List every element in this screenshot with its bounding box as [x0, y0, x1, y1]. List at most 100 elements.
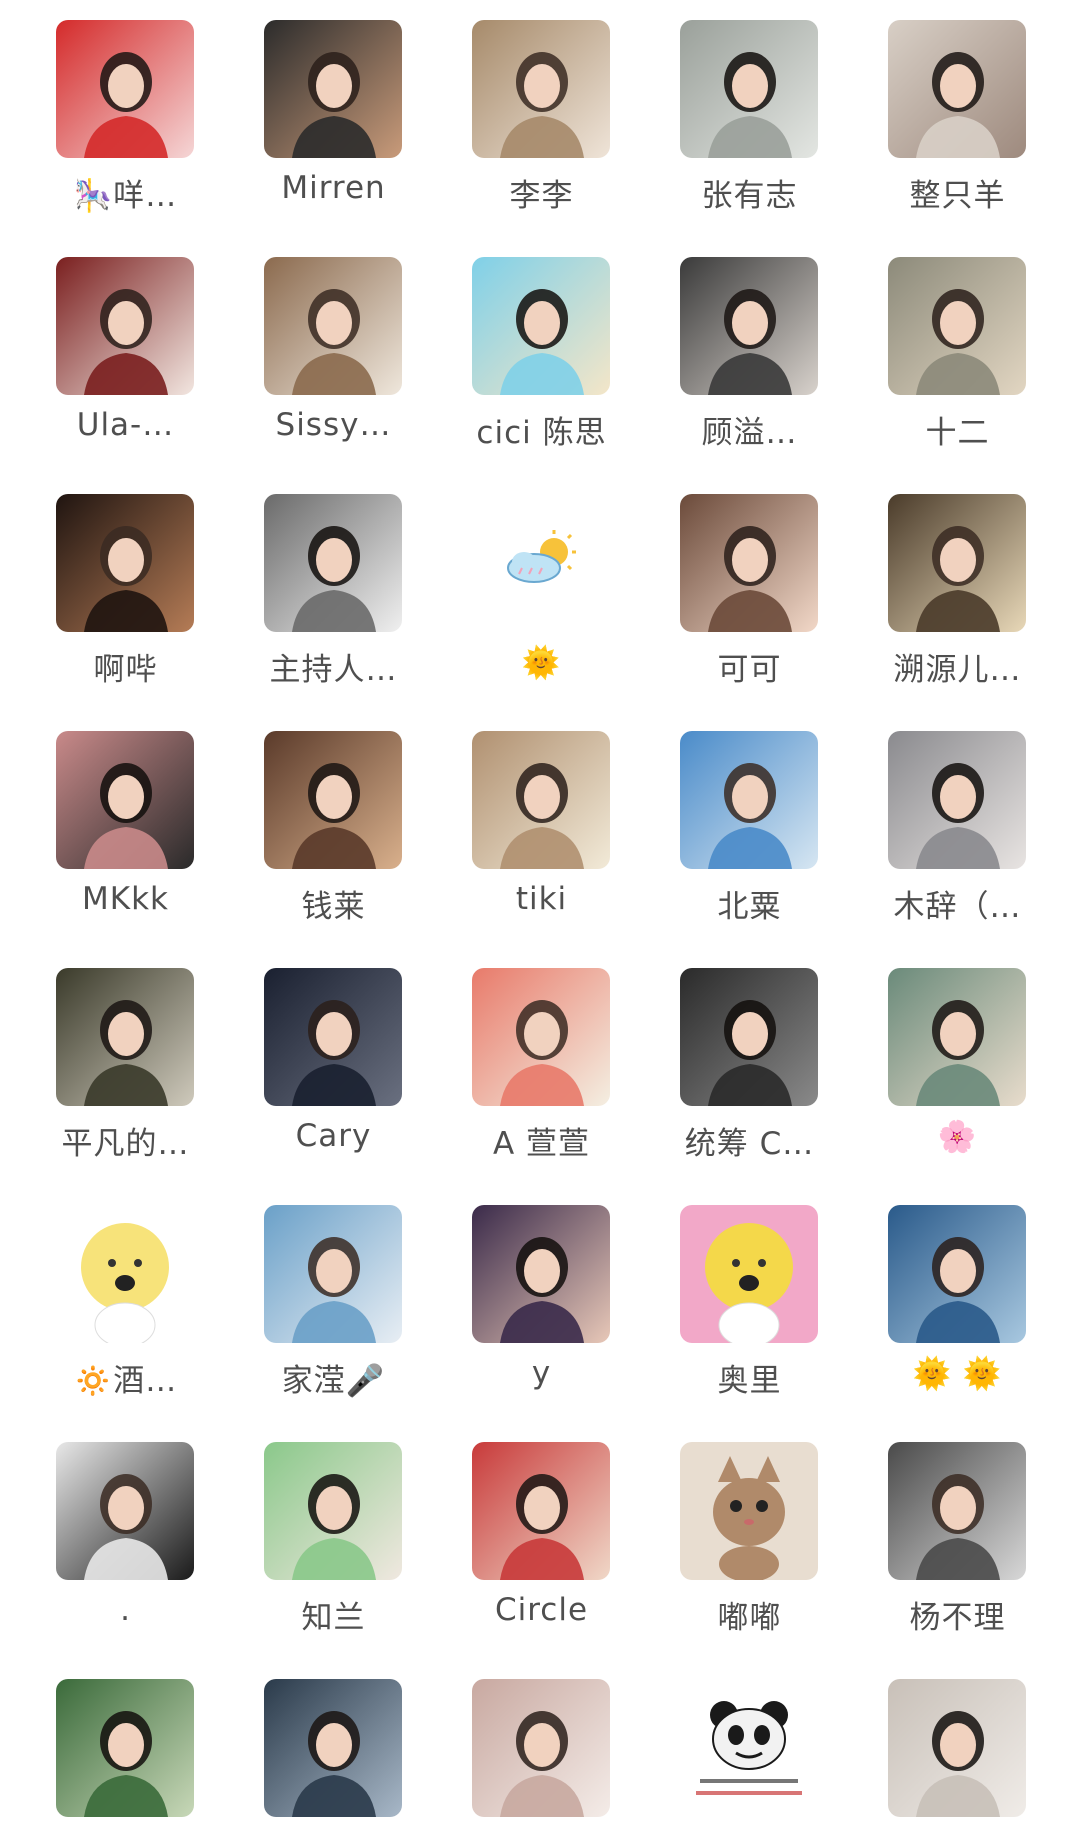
member-item[interactable]: 鹰鼠 — [438, 1679, 645, 1833]
member-item[interactable]: 家滢🎤 — [230, 1205, 437, 1415]
member-item[interactable]: 木辞（… — [854, 731, 1061, 941]
member-name: 🌞 — [521, 645, 562, 681]
member-item[interactable]: 十二 — [854, 257, 1061, 467]
member-name: A 萱萱 — [492, 1126, 591, 1162]
avatar[interactable] — [472, 1205, 610, 1343]
member-item[interactable]: Ula-… — [22, 257, 229, 467]
avatar[interactable] — [56, 20, 194, 158]
member-item[interactable]: 整只羊 — [854, 20, 1061, 230]
member-name: Sissy… — [275, 407, 392, 443]
avatar[interactable] — [888, 968, 1026, 1106]
member-item[interactable]: cici 陈思 — [438, 257, 645, 467]
avatar[interactable] — [264, 20, 402, 158]
avatar[interactable] — [888, 1442, 1026, 1580]
member-item[interactable]: Cary — [230, 968, 437, 1178]
avatar[interactable] — [888, 1679, 1026, 1817]
member-item[interactable]: 溯源儿… — [854, 494, 1061, 704]
member-name: 北粟 — [717, 889, 782, 925]
member-item[interactable]: 统筹 C… — [646, 968, 853, 1178]
avatar[interactable] — [888, 731, 1026, 869]
avatar[interactable] — [264, 1679, 402, 1817]
avatar[interactable] — [56, 731, 194, 869]
member-item[interactable]: 啊哔 — [22, 494, 229, 704]
member-item[interactable]: 平凡的… — [22, 968, 229, 1178]
member-item[interactable]: Mirren — [230, 20, 437, 230]
avatar[interactable] — [888, 494, 1026, 632]
member-name: Mirren — [281, 170, 386, 206]
member-item[interactable]: MKkk — [22, 731, 229, 941]
avatar[interactable] — [680, 968, 818, 1106]
member-item[interactable]: A 萱萱 — [438, 968, 645, 1178]
member-item[interactable]: 偶遇 — [22, 1679, 229, 1833]
member-name: tiki — [515, 881, 568, 917]
avatar[interactable] — [472, 1442, 610, 1580]
member-item[interactable]: 芒多飞扬 — [646, 1679, 853, 1833]
member-item[interactable]: 知兰 — [230, 1442, 437, 1652]
avatar[interactable] — [472, 494, 610, 632]
member-item[interactable]: y — [438, 1205, 645, 1415]
avatar[interactable] — [56, 494, 194, 632]
member-item[interactable]: tiki — [438, 731, 645, 941]
member-name: 十二 — [925, 415, 990, 451]
avatar[interactable] — [888, 20, 1026, 158]
member-item[interactable]: 🎠咩… — [22, 20, 229, 230]
avatar[interactable] — [264, 731, 402, 869]
avatar[interactable] — [56, 1442, 194, 1580]
avatar[interactable] — [680, 257, 818, 395]
avatar[interactable] — [264, 968, 402, 1106]
member-item[interactable]: 顾溢… — [646, 257, 853, 467]
avatar[interactable] — [472, 968, 610, 1106]
avatar[interactable] — [888, 257, 1026, 395]
member-name: 平凡的… — [61, 1126, 190, 1162]
member-item[interactable]: 奥里 — [646, 1205, 853, 1415]
avatar[interactable] — [472, 257, 610, 395]
avatar[interactable] — [472, 731, 610, 869]
member-name: 嘟嘟 — [717, 1600, 782, 1636]
avatar[interactable] — [888, 1205, 1026, 1343]
member-name: 张有志 — [701, 178, 798, 214]
member-item[interactable]: Circle — [438, 1442, 645, 1652]
member-name: Cary — [295, 1118, 372, 1154]
avatar[interactable] — [56, 968, 194, 1106]
avatar[interactable] — [56, 1679, 194, 1817]
avatar[interactable] — [680, 1679, 818, 1817]
member-name: . — [120, 1592, 131, 1628]
avatar[interactable] — [56, 257, 194, 395]
member-item[interactable]: 🎤之 — [230, 1679, 437, 1833]
member-item[interactable]: 杨不理 — [854, 1442, 1061, 1652]
member-item[interactable]: 可可 — [646, 494, 853, 704]
member-item[interactable]: Sissy… — [230, 257, 437, 467]
member-item[interactable]: 李李 — [438, 20, 645, 230]
member-name: 李李 — [509, 178, 574, 214]
avatar[interactable] — [264, 494, 402, 632]
avatar[interactable] — [472, 20, 610, 158]
member-name: 溯源儿… — [893, 652, 1022, 688]
member-name: 🌞 🌞 — [912, 1356, 1003, 1392]
member-item[interactable]: . — [22, 1442, 229, 1652]
member-item[interactable]: 🌸 — [854, 968, 1061, 1178]
member-name: 🎤之 — [230, 1829, 437, 1833]
member-item[interactable]: 北粟 — [646, 731, 853, 941]
member-item[interactable]: 钱莱 — [230, 731, 437, 941]
member-name: 鹰鼠 — [438, 1829, 645, 1833]
member-name: Circle — [494, 1592, 589, 1628]
avatar[interactable] — [680, 1442, 818, 1580]
avatar[interactable] — [472, 1679, 610, 1817]
avatar[interactable] — [264, 1442, 402, 1580]
member-item[interactable]: 🔅酒… — [22, 1205, 229, 1415]
avatar[interactable] — [680, 20, 818, 158]
avatar[interactable] — [264, 1205, 402, 1343]
member-item[interactable]: 小泡 — [854, 1679, 1061, 1833]
member-name: 🌸 — [937, 1119, 978, 1155]
member-item[interactable]: 主持人… — [230, 494, 437, 704]
avatar[interactable] — [680, 1205, 818, 1343]
avatar[interactable] — [680, 494, 818, 632]
member-name: 整只羊 — [909, 178, 1006, 214]
member-item[interactable]: 🌞 — [438, 494, 645, 704]
member-item[interactable]: 张有志 — [646, 20, 853, 230]
avatar[interactable] — [264, 257, 402, 395]
member-item[interactable]: 🌞 🌞 — [854, 1205, 1061, 1415]
avatar[interactable] — [680, 731, 818, 869]
avatar[interactable] — [56, 1205, 194, 1343]
member-item[interactable]: 嘟嘟 — [646, 1442, 853, 1652]
